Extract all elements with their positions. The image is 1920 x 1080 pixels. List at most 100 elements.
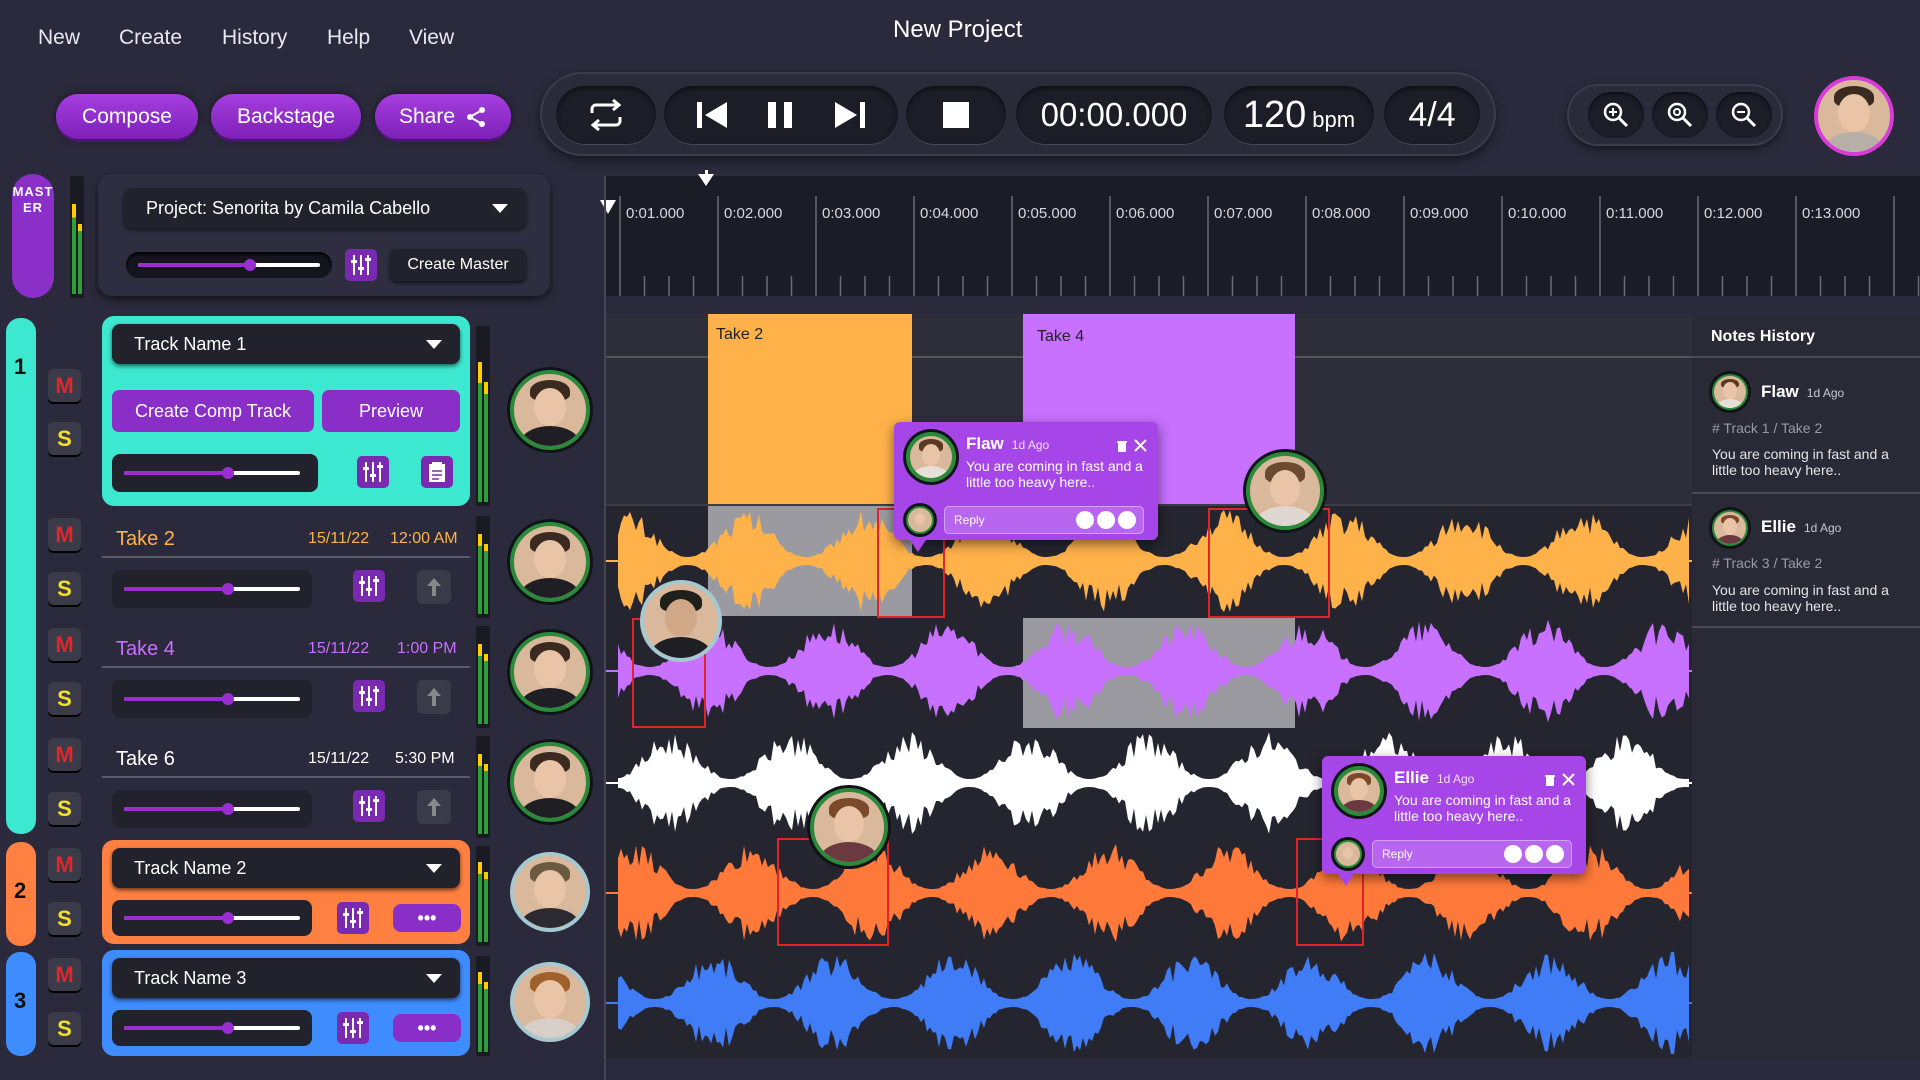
collaborator-avatar[interactable] — [810, 788, 888, 866]
track3-more-button[interactable]: ••• — [393, 1014, 461, 1042]
zoom-in-button[interactable] — [1588, 92, 1644, 138]
track2-select[interactable]: Track Name 2 — [112, 848, 460, 888]
take6-owner-avatar[interactable] — [510, 742, 590, 822]
reply-input[interactable]: Reply — [1372, 840, 1572, 868]
menu-create[interactable]: Create — [119, 26, 182, 50]
take2-mixer-button[interactable] — [353, 570, 385, 602]
ruler-tick-label: 0:01.000 — [626, 205, 685, 222]
take6-mixer-button[interactable] — [353, 790, 385, 822]
solo-button-track2[interactable]: S — [48, 902, 81, 935]
track1-volume-slider[interactable] — [112, 460, 312, 486]
close-icon[interactable] — [1134, 439, 1147, 452]
track2-mixer-button[interactable] — [337, 902, 369, 934]
take4-mixer-button[interactable] — [353, 680, 385, 712]
track3-owner-avatar[interactable] — [510, 962, 590, 1042]
master-volume-slider[interactable] — [126, 252, 332, 278]
create-comp-track-button[interactable]: Create Comp Track — [112, 390, 314, 432]
stop-button[interactable] — [906, 86, 1006, 144]
solo-button-take4[interactable]: S — [48, 682, 81, 715]
menu-history[interactable]: History — [222, 26, 287, 50]
mute-button-track1[interactable]: M — [48, 369, 81, 402]
solo-button-track1[interactable]: S — [48, 422, 81, 455]
collaborator-avatar[interactable] — [640, 580, 722, 662]
backstage-button[interactable]: Backstage — [211, 94, 361, 139]
track1-owner-avatar[interactable] — [510, 370, 590, 450]
notes-ref[interactable]: # Track 3 / Take 2 — [1712, 555, 1822, 571]
take6-upload-button[interactable] — [417, 790, 451, 824]
take4-owner-avatar[interactable] — [510, 632, 590, 712]
preview-button[interactable]: Preview — [322, 390, 460, 432]
mute-button-track2[interactable]: M — [48, 848, 81, 881]
solo-button-track3[interactable]: S — [48, 1012, 81, 1045]
comment-popup-flaw[interactable]: Flaw 1d Ago You are coming in fast and a … — [894, 422, 1158, 540]
take6-volume-slider[interactable] — [112, 796, 312, 822]
bpm-display[interactable]: 120 bpm — [1224, 86, 1374, 144]
bpm-unit: bpm — [1312, 107, 1356, 132]
solo-button-take6[interactable]: S — [48, 792, 81, 825]
user-avatar[interactable] — [1814, 76, 1894, 156]
take4-volume-slider[interactable] — [112, 686, 312, 712]
mixer-icon — [343, 1018, 363, 1038]
close-icon[interactable] — [1562, 773, 1575, 786]
start-marker-icon[interactable] — [600, 200, 616, 214]
comment-popup-ellie[interactable]: Ellie 1d Ago You are coming in fast and a… — [1322, 756, 1586, 874]
mute-button-take6[interactable]: M — [48, 738, 81, 771]
track3-mixer-button[interactable] — [337, 1012, 369, 1044]
send-icon[interactable] — [1118, 511, 1136, 529]
ruler-tick-label: 0:09.000 — [1410, 205, 1469, 222]
track1-mixer-button[interactable] — [357, 456, 389, 488]
track3-volume-slider[interactable] — [112, 1015, 312, 1041]
take2-upload-button[interactable] — [417, 570, 451, 604]
zoom-out-button[interactable] — [1716, 92, 1772, 138]
zoom-fit-button[interactable] — [1652, 92, 1708, 138]
comment-time: 1d Ago — [1436, 772, 1475, 786]
mic-icon[interactable] — [1076, 511, 1094, 529]
clip-take4-label: Take 4 — [1037, 328, 1085, 345]
menu-view[interactable]: View — [409, 26, 454, 50]
take2-owner-avatar[interactable] — [510, 522, 590, 602]
time-signature[interactable]: 4/4 — [1384, 86, 1480, 144]
pause-icon[interactable] — [765, 100, 795, 130]
track2-more-button[interactable]: ••• — [393, 904, 461, 932]
take2-volume-slider[interactable] — [112, 576, 312, 602]
notes-ref[interactable]: # Track 1 / Take 2 — [1712, 420, 1822, 436]
track3-select[interactable]: Track Name 3 — [112, 958, 460, 998]
mute-button-take4[interactable]: M — [48, 628, 81, 661]
project-select[interactable]: Project: Senorita by Camila Cabello — [124, 188, 526, 228]
trash-icon[interactable] — [1544, 774, 1556, 786]
video-icon[interactable] — [1525, 845, 1543, 863]
notes-author-name: Ellie — [1761, 517, 1796, 536]
project-select-label: Project: Senorita by Camila Cabello — [146, 197, 431, 218]
collaborator-avatar[interactable] — [1246, 452, 1324, 530]
track2-volume-slider[interactable] — [112, 905, 312, 931]
menu-new[interactable]: New — [38, 26, 80, 50]
notes-divider — [1692, 492, 1920, 494]
loop-button[interactable] — [556, 86, 656, 144]
reply-input[interactable]: Reply — [944, 506, 1144, 534]
clip-take2[interactable]: Take 2 — [708, 314, 912, 504]
solo-button-take2[interactable]: S — [48, 572, 81, 605]
master-mixer-button[interactable] — [345, 249, 377, 281]
ruler-tick-label: 0:04.000 — [920, 205, 979, 222]
take2-date: 15/11/22 — [308, 530, 370, 547]
video-icon[interactable] — [1097, 511, 1115, 529]
create-master-button[interactable]: Create Master — [390, 249, 526, 281]
mute-button-take2[interactable]: M — [48, 518, 81, 551]
compose-button[interactable]: Compose — [56, 94, 198, 139]
share-button[interactable]: Share — [375, 94, 511, 139]
mute-button-track3[interactable]: M — [48, 958, 81, 991]
chevron-down-icon — [426, 864, 442, 873]
track1-notes-button[interactable] — [421, 456, 453, 488]
skip-back-icon[interactable] — [695, 100, 731, 130]
reply-placeholder: Reply — [1382, 847, 1413, 861]
take4-upload-button[interactable] — [417, 680, 451, 714]
skip-forward-icon[interactable] — [831, 100, 867, 130]
trash-icon[interactable] — [1116, 440, 1128, 452]
send-icon[interactable] — [1546, 845, 1564, 863]
take-divider — [102, 776, 470, 778]
track1-select[interactable]: Track Name 1 — [112, 324, 460, 364]
menu-help[interactable]: Help — [327, 26, 370, 50]
mic-icon[interactable] — [1504, 845, 1522, 863]
notes-text: You are coming in fast and a little too … — [1712, 446, 1889, 478]
track2-owner-avatar[interactable] — [510, 852, 590, 932]
